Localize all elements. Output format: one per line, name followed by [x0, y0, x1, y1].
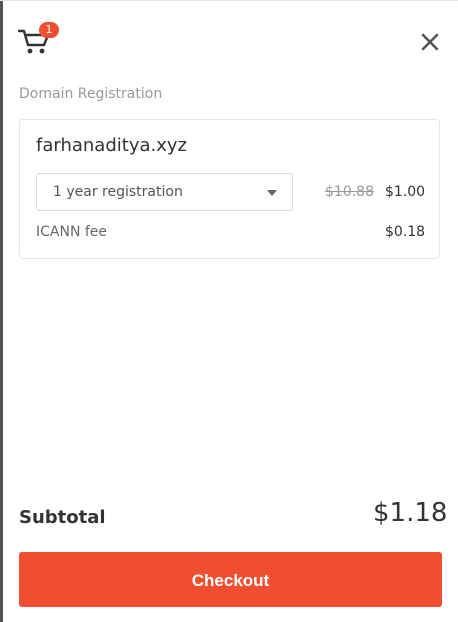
- icann-fee-value: $0.18: [385, 224, 426, 240]
- panel-left-border: [0, 0, 3, 622]
- registration-period-value: 1 year registration: [53, 184, 183, 200]
- chevron-down-icon: [267, 190, 277, 196]
- close-icon: [421, 33, 439, 51]
- icann-fee-label: ICANN fee: [36, 224, 108, 240]
- original-price: $10.88: [325, 184, 374, 200]
- cart-button[interactable]: 1: [18, 22, 59, 58]
- cart-count-badge: 1: [39, 22, 59, 38]
- registration-period-select[interactable]: 1 year registration: [36, 173, 293, 211]
- checkout-label: Checkout: [191, 571, 270, 590]
- subtotal-value: $1.18: [373, 498, 448, 528]
- discounted-price: $1.00: [385, 184, 426, 200]
- checkout-button[interactable]: Checkout: [19, 552, 442, 607]
- panel-top-border: [0, 0, 458, 1]
- domain-name: farhanaditya.xyz: [36, 135, 187, 156]
- close-button[interactable]: [419, 31, 441, 53]
- cart-item-card: farhanaditya.xyz 1 year registration $10…: [19, 119, 440, 259]
- subtotal-label: Subtotal: [19, 507, 106, 528]
- section-title: Domain Registration: [19, 86, 163, 102]
